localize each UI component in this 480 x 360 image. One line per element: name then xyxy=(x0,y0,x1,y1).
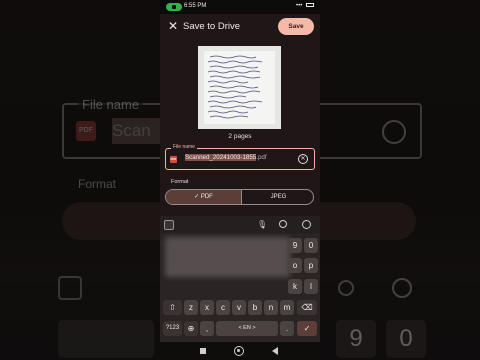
key-x[interactable]: x xyxy=(200,300,214,315)
home-icon[interactable] xyxy=(234,346,244,356)
shift-icon[interactable]: ⇧ xyxy=(163,300,182,315)
key-l[interactable]: l xyxy=(304,279,318,294)
backdrop-shade-right xyxy=(320,0,480,360)
key-period[interactable]: . xyxy=(280,321,294,336)
key-0[interactable]: 0 xyxy=(304,238,318,253)
phone-screen: 6:55 PM ••• ✕ Save to Drive Save 2 pages… xyxy=(160,0,320,360)
status-time: 6:55 PM xyxy=(184,3,207,9)
clear-icon[interactable]: ✕ xyxy=(298,154,308,164)
page-count: 2 pages xyxy=(228,133,252,140)
file-name-input[interactable]: Scanned_20241003-1855.pdf xyxy=(185,154,267,161)
emoji-icon[interactable] xyxy=(302,220,311,229)
status-bar: 6:55 PM ••• xyxy=(160,0,320,14)
key-n[interactable]: n xyxy=(264,300,278,315)
back-icon[interactable] xyxy=(272,347,278,355)
format-label: Format xyxy=(171,179,189,185)
format-option-pdf[interactable]: ✓ PDF xyxy=(166,190,241,204)
key-symbols[interactable]: ?123 xyxy=(163,321,182,336)
key-o[interactable]: o xyxy=(288,258,302,273)
navigation-bar xyxy=(160,342,320,360)
key-z[interactable]: z xyxy=(184,300,198,315)
globe-icon[interactable]: ⊕ xyxy=(184,321,198,336)
keyboard-blurred-area xyxy=(165,237,290,277)
key-k[interactable]: k xyxy=(288,279,302,294)
battery-icon xyxy=(306,3,314,8)
file-name-selected-text: Scanned_20241003-1855 xyxy=(185,154,257,161)
key-comma[interactable]: , xyxy=(200,321,214,336)
key-c[interactable]: c xyxy=(216,300,230,315)
app-bar: ✕ Save to Drive Save xyxy=(160,14,320,40)
format-toggle: ✓ PDF JPEG xyxy=(165,189,314,205)
mic-icon[interactable]: 🎙 xyxy=(257,220,267,229)
file-name-extension: .pdf xyxy=(256,154,267,161)
key-p[interactable]: p xyxy=(304,258,318,273)
search-icon[interactable] xyxy=(279,220,287,228)
handwritten-page-image xyxy=(198,46,281,129)
close-icon[interactable]: ✕ xyxy=(167,20,179,32)
status-dots: ••• xyxy=(296,3,303,9)
key-b[interactable]: b xyxy=(248,300,262,315)
key-v[interactable]: v xyxy=(232,300,246,315)
file-name-label: File name xyxy=(171,144,197,150)
keyboard-toolbar: 🎙 xyxy=(160,216,320,234)
save-button[interactable]: Save xyxy=(278,18,314,35)
document-preview[interactable] xyxy=(198,46,281,129)
pdf-file-icon: PDF xyxy=(170,156,177,163)
recents-icon[interactable] xyxy=(200,348,206,354)
key-m[interactable]: m xyxy=(280,300,294,315)
check-icon: ✓ xyxy=(194,194,200,200)
backspace-icon[interactable]: ⌫ xyxy=(297,300,317,315)
call-indicator-icon xyxy=(166,3,182,11)
key-9[interactable]: 9 xyxy=(288,238,302,253)
format-option-jpeg[interactable]: JPEG xyxy=(241,190,313,204)
space-bar[interactable]: < EN > xyxy=(216,321,278,336)
enter-icon[interactable]: ✓ xyxy=(297,321,317,336)
page-title: Save to Drive xyxy=(183,21,241,32)
screen: File name PDF Scan Format 9 0 6:55 PM ••… xyxy=(0,0,480,360)
backdrop-shade-left xyxy=(0,0,160,360)
grid-icon[interactable] xyxy=(164,220,174,230)
format-option-pdf-label: PDF xyxy=(200,194,213,200)
status-icons: ••• xyxy=(296,3,314,9)
